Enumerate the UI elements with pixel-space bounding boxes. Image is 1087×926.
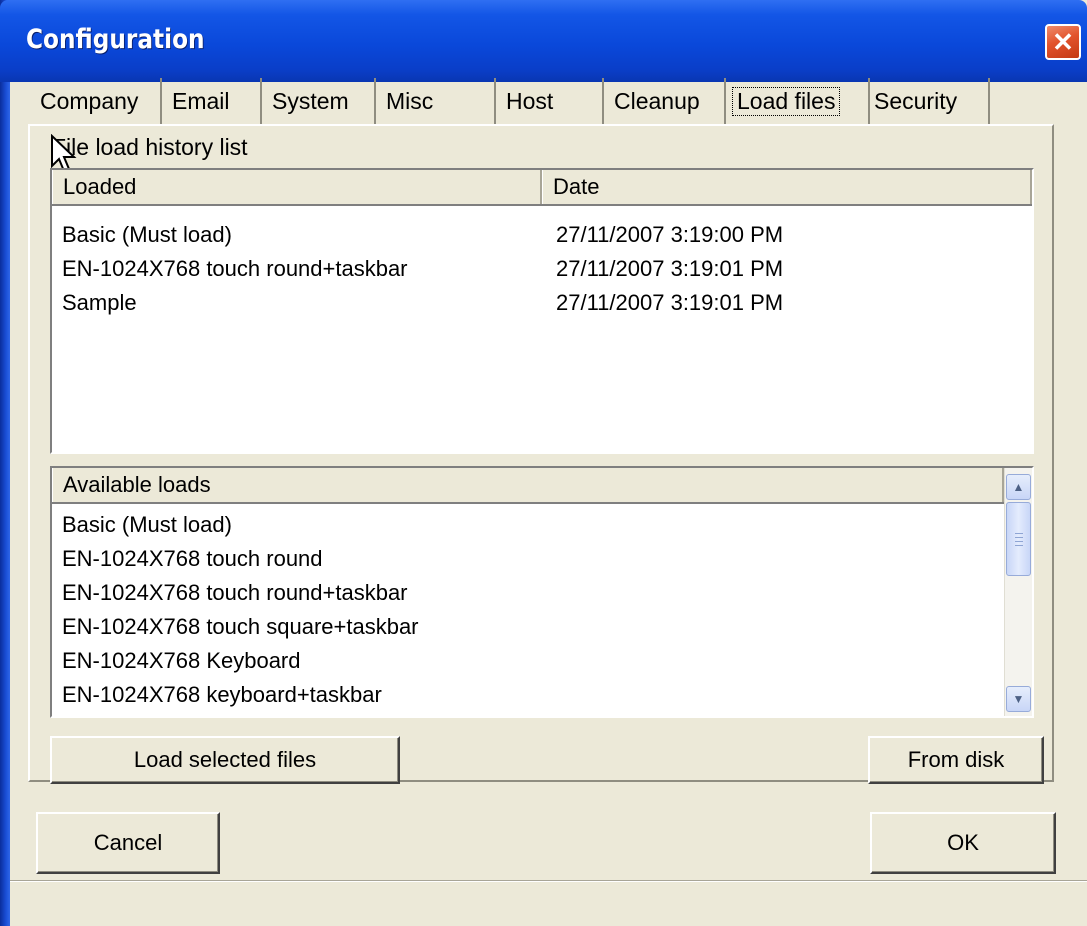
tab-misc[interactable]: Misc	[376, 78, 496, 124]
column-header-available-loads[interactable]: Available loads	[52, 468, 1004, 502]
available-loads-header: Available loads	[52, 468, 1004, 504]
scroll-thumb[interactable]	[1006, 502, 1031, 576]
column-header-loaded[interactable]: Loaded	[52, 170, 542, 204]
tab-cleanup[interactable]: Cleanup	[604, 78, 726, 124]
history-row[interactable]: Sample 27/11/2007 3:19:01 PM	[62, 286, 1022, 320]
chevron-up-icon: ▲	[1012, 480, 1025, 494]
tab-label: Misc	[386, 87, 434, 114]
column-header-date[interactable]: Date	[542, 170, 1032, 204]
available-loads-scrollbar[interactable]: ▲ ▼	[1004, 468, 1032, 716]
available-load-item[interactable]: EN-1024X768 touch square+taskbar	[62, 610, 419, 644]
close-icon: ✕	[1052, 27, 1074, 57]
history-loaded: EN-1024X768 touch round+taskbar	[62, 256, 408, 281]
tab-load-files[interactable]: Load files	[726, 78, 870, 124]
cancel-button[interactable]: Cancel	[36, 812, 220, 874]
tab-host[interactable]: Host	[496, 78, 604, 124]
tab-label: Company	[40, 87, 139, 114]
ok-button[interactable]: OK	[870, 812, 1056, 874]
file-load-history-label: File load history list	[52, 134, 252, 161]
tab-label: Email	[172, 87, 230, 114]
history-date: 27/11/2007 3:19:01 PM	[556, 256, 784, 281]
tab-email[interactable]: Email	[162, 78, 262, 124]
chevron-down-icon: ▼	[1012, 692, 1025, 706]
history-loaded: Sample	[62, 290, 137, 315]
tab-label: Host	[506, 87, 554, 114]
title-bar[interactable]: Configuration ✕	[0, 0, 1087, 82]
history-list-header: Loaded Date	[52, 170, 1032, 206]
tab-label: System	[272, 87, 349, 114]
history-loaded: Basic (Must load)	[62, 222, 232, 247]
window-frame-left	[0, 0, 10, 926]
history-list[interactable]: Loaded Date Basic (Must load) 27/11/2007…	[50, 168, 1034, 454]
available-load-item[interactable]: EN-1024X768 keyboard+taskbar	[62, 678, 382, 712]
history-row[interactable]: EN-1024X768 touch round+taskbar 27/11/20…	[62, 252, 1022, 286]
history-date: 27/11/2007 3:19:00 PM	[556, 222, 784, 247]
from-disk-button[interactable]: From disk	[868, 736, 1044, 784]
tab-security[interactable]: Security	[870, 78, 990, 124]
available-load-item[interactable]: EN-1024X768 touch round+taskbar	[62, 576, 408, 610]
window-title: Configuration	[26, 24, 205, 55]
scroll-down-button[interactable]: ▼	[1006, 686, 1031, 712]
status-divider	[10, 880, 1087, 882]
available-load-item[interactable]: Basic (Must load)	[62, 508, 232, 542]
tab-label: Cleanup	[614, 87, 700, 114]
close-button[interactable]: ✕	[1045, 24, 1081, 60]
history-row[interactable]: Basic (Must load) 27/11/2007 3:19:00 PM	[62, 218, 1022, 252]
history-date: 27/11/2007 3:19:01 PM	[556, 290, 784, 315]
load-selected-files-button[interactable]: Load selected files	[50, 736, 400, 784]
available-load-item[interactable]: EN-1024X768 touch round	[62, 542, 323, 576]
available-load-item[interactable]: EN-1024X768 Keyboard	[62, 644, 301, 678]
tab-system[interactable]: System	[262, 78, 376, 124]
scroll-up-button[interactable]: ▲	[1006, 474, 1031, 500]
configuration-window: Configuration ✕ Company Email System Mis…	[0, 0, 1087, 926]
tab-label: Load files	[732, 86, 841, 116]
available-loads-list[interactable]: Available loads Basic (Must load) EN-102…	[50, 466, 1034, 718]
tab-company[interactable]: Company	[30, 78, 162, 124]
tab-label: Security	[874, 87, 958, 114]
